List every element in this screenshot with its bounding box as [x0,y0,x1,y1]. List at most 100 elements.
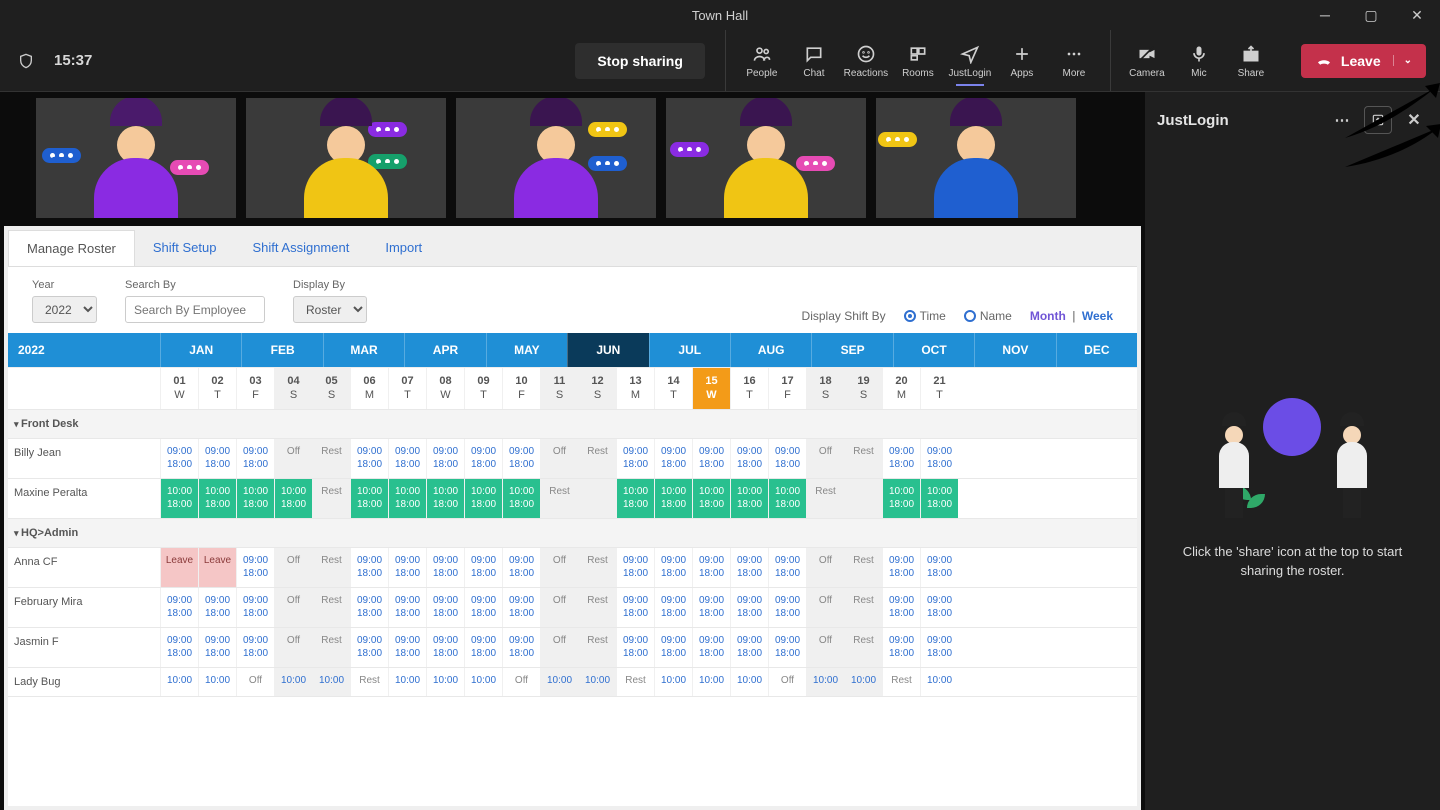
people-button[interactable]: People [736,30,788,92]
shift-cell[interactable]: 09:0018:00 [236,439,274,478]
shift-cell[interactable]: 09:0018:00 [616,588,654,627]
shift-cell[interactable]: 09:0018:00 [654,628,692,667]
group-row[interactable]: HQ>Admin [8,519,160,547]
shift-cell[interactable]: 09:0018:00 [198,628,236,667]
shift-cell[interactable]: 09:0018:00 [920,548,958,587]
shift-cell[interactable]: 10:0018:00 [350,479,388,518]
shift-cell[interactable]: 09:0018:00 [654,548,692,587]
shift-cell[interactable]: Off [274,628,312,667]
shift-cell[interactable]: 09:0018:00 [464,439,502,478]
shift-cell[interactable]: Rest [350,668,388,696]
shift-cell[interactable]: Off [540,628,578,667]
shift-cell[interactable]: 09:0018:00 [616,548,654,587]
shift-cell[interactable]: 09:0018:00 [464,548,502,587]
shift-cell[interactable]: 09:0018:00 [768,548,806,587]
shift-cell[interactable]: 09:0018:00 [920,439,958,478]
shift-cell[interactable]: 10:00 [730,668,768,696]
shift-cell[interactable]: 09:0018:00 [692,588,730,627]
close-window-button[interactable]: ✕ [1394,0,1440,30]
shift-cell[interactable]: 09:0018:00 [464,588,502,627]
leave-button[interactable]: Leave ⌄ [1301,44,1426,78]
shift-cell[interactable]: 09:0018:00 [426,588,464,627]
app-tab[interactable]: Shift Setup [135,230,235,266]
shift-cell[interactable]: Rest [578,588,616,627]
month-cell[interactable]: AUG [730,333,811,367]
shift-cell[interactable]: 09:0018:00 [350,588,388,627]
shift-cell[interactable]: 10:00 [198,668,236,696]
employee-name[interactable]: February Mira [8,588,160,627]
maximize-button[interactable]: ▢ [1348,0,1394,30]
app-tab[interactable]: Shift Assignment [235,230,368,266]
employee-name[interactable]: Billy Jean [8,439,160,478]
shift-cell[interactable]: 10:0018:00 [654,479,692,518]
shift-cell[interactable]: 10:00 [654,668,692,696]
month-cell[interactable]: APR [404,333,485,367]
shift-cell[interactable]: Off [274,439,312,478]
shift-cell[interactable]: Leave [198,548,236,587]
group-row[interactable]: Front Desk [8,410,160,438]
shift-cell[interactable]: Off [236,668,274,696]
shift-cell[interactable]: 10:00 [578,668,616,696]
stop-sharing-button[interactable]: Stop sharing [575,43,705,79]
radio-name[interactable]: Name [964,309,1012,323]
shift-cell[interactable]: 10:00 [160,668,198,696]
shift-cell[interactable]: 10:0018:00 [692,479,730,518]
shift-cell[interactable]: 09:0018:00 [616,628,654,667]
mic-button[interactable]: Mic [1173,30,1225,92]
shift-cell[interactable]: 09:0018:00 [882,439,920,478]
shift-cell[interactable]: 10:0018:00 [274,479,312,518]
shift-cell[interactable]: 09:0018:00 [502,628,540,667]
shift-cell[interactable]: Off [806,588,844,627]
shift-cell[interactable]: Rest [844,628,882,667]
shift-cell[interactable]: Off [274,588,312,627]
shift-cell[interactable]: Rest [312,479,350,518]
shift-cell[interactable]: 09:0018:00 [654,588,692,627]
shift-cell[interactable]: 09:0018:00 [920,628,958,667]
shift-cell[interactable]: 09:0018:00 [882,628,920,667]
participant-tile[interactable] [246,98,446,218]
shift-cell[interactable]: Rest [844,548,882,587]
shift-cell[interactable]: 09:0018:00 [236,588,274,627]
shift-cell[interactable]: 10:0018:00 [160,479,198,518]
shift-cell[interactable]: 09:0018:00 [388,439,426,478]
shift-cell[interactable]: 09:0018:00 [350,439,388,478]
shift-cell[interactable]: 10:0018:00 [882,479,920,518]
shift-cell[interactable]: 09:0018:00 [730,588,768,627]
shift-cell[interactable]: Off [768,668,806,696]
month-cell[interactable]: MAY [486,333,567,367]
shift-cell[interactable]: Off [540,548,578,587]
shift-cell[interactable]: 10:00 [920,668,958,696]
shift-cell[interactable]: 09:0018:00 [768,588,806,627]
shift-cell[interactable] [578,479,616,518]
shift-cell[interactable]: Rest [578,439,616,478]
shift-cell[interactable]: 09:0018:00 [616,439,654,478]
shift-cell[interactable]: 09:0018:00 [920,588,958,627]
shift-cell[interactable]: 09:0018:00 [160,588,198,627]
shift-cell[interactable]: Rest [882,668,920,696]
shift-cell[interactable]: 10:0018:00 [426,479,464,518]
chevron-down-icon[interactable]: ⌄ [1393,55,1412,66]
month-cell[interactable]: JAN [160,333,241,367]
shift-cell[interactable]: 09:0018:00 [502,548,540,587]
shift-cell[interactable]: 09:0018:00 [692,548,730,587]
shift-cell[interactable]: 09:0018:00 [426,439,464,478]
search-input[interactable] [125,296,265,323]
shift-cell[interactable]: 09:0018:00 [730,439,768,478]
shift-cell[interactable]: Rest [578,548,616,587]
shift-cell[interactable]: 09:0018:00 [160,439,198,478]
employee-name[interactable]: Lady Bug [8,668,160,696]
shift-cell[interactable]: 09:0018:00 [388,628,426,667]
shift-cell[interactable]: Rest [616,668,654,696]
shift-cell[interactable]: Rest [312,628,350,667]
shift-cell[interactable]: 09:0018:00 [236,548,274,587]
shift-cell[interactable]: 09:0018:00 [198,588,236,627]
reactions-button[interactable]: Reactions [840,30,892,92]
radio-time[interactable]: Time [904,309,946,323]
shift-cell[interactable]: Off [540,588,578,627]
shift-cell[interactable]: 09:0018:00 [464,628,502,667]
shift-cell[interactable]: 10:00 [464,668,502,696]
shift-cell[interactable]: Off [806,628,844,667]
shift-cell[interactable]: 09:0018:00 [692,439,730,478]
shift-cell[interactable]: 09:0018:00 [692,628,730,667]
shift-cell[interactable]: 10:0018:00 [236,479,274,518]
